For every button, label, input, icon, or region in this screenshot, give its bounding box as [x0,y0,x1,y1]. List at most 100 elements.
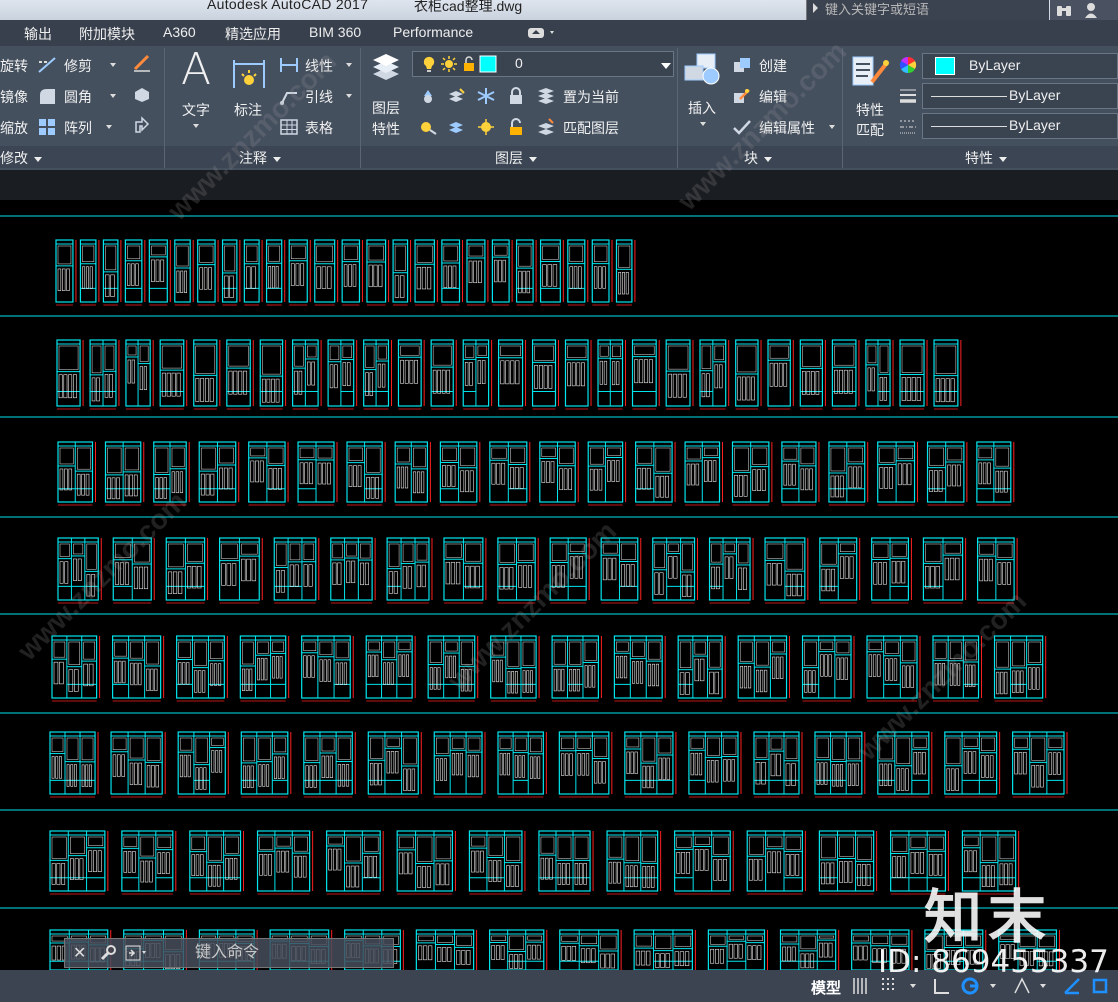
wardrobe-elevation[interactable] [367,731,422,798]
wardrobe-elevation[interactable] [394,441,431,506]
command-input[interactable] [195,943,385,963]
wardrobe-elevation[interactable] [314,239,339,306]
wardrobe-elevation[interactable] [753,731,803,798]
user-icon[interactable] [1084,2,1098,18]
wardrobe-elevation[interactable] [366,239,390,306]
dimension-icon[interactable] [230,54,268,92]
wardrobe-elevation[interactable] [189,830,245,895]
wardrobe-elevation[interactable] [828,441,869,506]
layer-properties-label-2[interactable]: 特性 [372,119,400,139]
set-current-icon[interactable] [536,87,556,105]
text-dropdown-icon[interactable] [193,124,199,128]
wardrobe-elevation[interactable] [976,441,1015,506]
edit-attributes-dropdown-icon[interactable] [829,125,835,129]
rotate-button[interactable]: 旋转 [0,56,28,76]
match-properties-icon[interactable] [850,54,890,90]
leader-dropdown-icon[interactable] [346,94,352,98]
linear-button[interactable]: 线性 [305,56,333,76]
wardrobe-elevation[interactable] [558,731,613,798]
wardrobe-elevation[interactable] [462,339,493,410]
wardrobe-elevation[interactable] [89,339,120,410]
wardrobe-elevation[interactable] [466,239,489,306]
linear-dimension-icon[interactable] [279,56,299,74]
wardrobe-elevation[interactable] [165,537,209,604]
wardrobe-elevation[interactable] [735,339,762,410]
wardrobe-elevation[interactable] [684,441,724,506]
wardrobe-elevation[interactable] [814,731,866,798]
wardrobe-elevation[interactable] [624,731,677,798]
wardrobe-elevation[interactable] [439,441,481,506]
wardrobe-elevation[interactable] [922,537,967,604]
wardrobe-elevation[interactable] [363,339,392,410]
wardrobe-elevation[interactable] [365,635,416,702]
fillet-button[interactable]: 圆角 [64,87,92,107]
copy-icon[interactable] [132,85,152,103]
wardrobe-elevation[interactable] [831,339,860,410]
tab-addins[interactable]: 附加模块 [79,24,135,44]
wardrobe-elevation[interactable] [346,441,386,506]
snap-dropdown-icon[interactable] [910,984,916,988]
wardrobe-elevation[interactable] [301,635,354,702]
layer-on-icon[interactable] [418,118,438,136]
wardrobe-elevation[interactable] [865,339,894,410]
wardrobe-elevation[interactable] [243,239,263,306]
wardrobe-elevation[interactable] [600,537,642,604]
wardrobe-elevation[interactable] [699,339,730,410]
wardrobe-elevation[interactable] [259,339,287,410]
wardrobe-elevation[interactable] [153,441,190,506]
wardrobe-elevation[interactable] [396,830,456,895]
wardrobe-elevation[interactable] [427,635,479,702]
trim-dropdown-icon[interactable] [110,63,116,67]
wardrobe-elevation[interactable] [597,339,627,410]
wardrobe-elevation[interactable] [615,239,636,306]
wardrobe-elevation[interactable] [899,339,928,410]
layer-off-icon[interactable] [418,87,438,105]
wardrobe-elevation[interactable] [539,239,564,306]
table-button[interactable]: 表格 [305,118,333,138]
wardrobe-elevation[interactable] [248,441,289,506]
ribbon-options-icon[interactable] [526,25,560,41]
binoculars-icon[interactable] [1056,3,1072,17]
wardrobe-elevation[interactable] [288,239,311,306]
wardrobe-elevation[interactable] [386,537,433,604]
wardrobe-elevation[interactable] [79,239,100,306]
wardrobe-elevation[interactable] [265,239,286,306]
wardrobe-elevation[interactable] [159,339,188,410]
grid-icon[interactable] [850,976,870,996]
wardrobe-elevation[interactable] [193,339,221,410]
wardrobe-elevation[interactable] [49,731,99,798]
wardrobe-elevation[interactable] [559,929,622,970]
set-current-button[interactable]: 置为当前 [563,87,619,107]
layer-properties-icon[interactable] [369,52,403,86]
layer-dropdown-chevron-icon[interactable] [661,63,671,69]
edit-block-button[interactable]: 编辑 [759,87,787,107]
wardrobe-elevation[interactable] [564,339,592,410]
tab-performance[interactable]: Performance [393,24,473,40]
search-box[interactable] [806,0,1049,20]
wardrobe-elevation[interactable] [497,731,547,798]
panel-title-annotation[interactable]: 注释 [239,148,281,168]
text-large-icon[interactable]: A [181,44,211,95]
match-properties-label-2[interactable]: 匹配 [856,120,884,140]
match-layer-button[interactable]: 匹配图层 [563,118,619,138]
layer-isolate-icon[interactable] [446,87,466,105]
wardrobe-elevation[interactable] [112,537,155,604]
wardrobe-elevation[interactable] [652,537,699,604]
wardrobe-elevation[interactable] [764,537,809,604]
leader-icon[interactable] [279,87,299,105]
wardrobe-elevation[interactable] [174,239,194,306]
wardrobe-elevation[interactable] [497,537,539,604]
insert-block-icon[interactable] [683,52,723,88]
wardrobe-elevation[interactable] [297,441,338,506]
color-wheel-icon[interactable] [898,56,918,74]
wardrobe-elevation[interactable] [531,339,559,410]
wardrobe-elevation[interactable] [926,441,968,506]
close-icon[interactable]: ✕ [73,943,86,963]
wardrobe-elevation[interactable] [326,830,384,895]
wardrobe-elevation[interactable] [498,339,527,410]
wardrobe-elevation[interactable] [125,339,154,410]
wardrobe-elevation[interactable] [538,830,594,895]
wardrobe-elevation[interactable] [490,635,540,702]
wardrobe-elevation[interactable] [591,239,613,306]
wardrobe-elevation[interactable] [613,635,666,702]
